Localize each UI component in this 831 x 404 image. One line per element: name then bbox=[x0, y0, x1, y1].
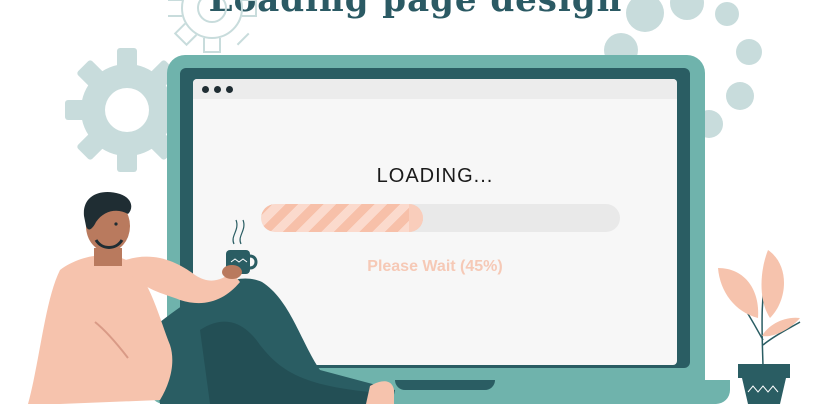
loading-illustration: Loading page design LOADING... Please Wa… bbox=[0, 0, 831, 404]
person-with-coffee-illustration bbox=[28, 192, 395, 404]
